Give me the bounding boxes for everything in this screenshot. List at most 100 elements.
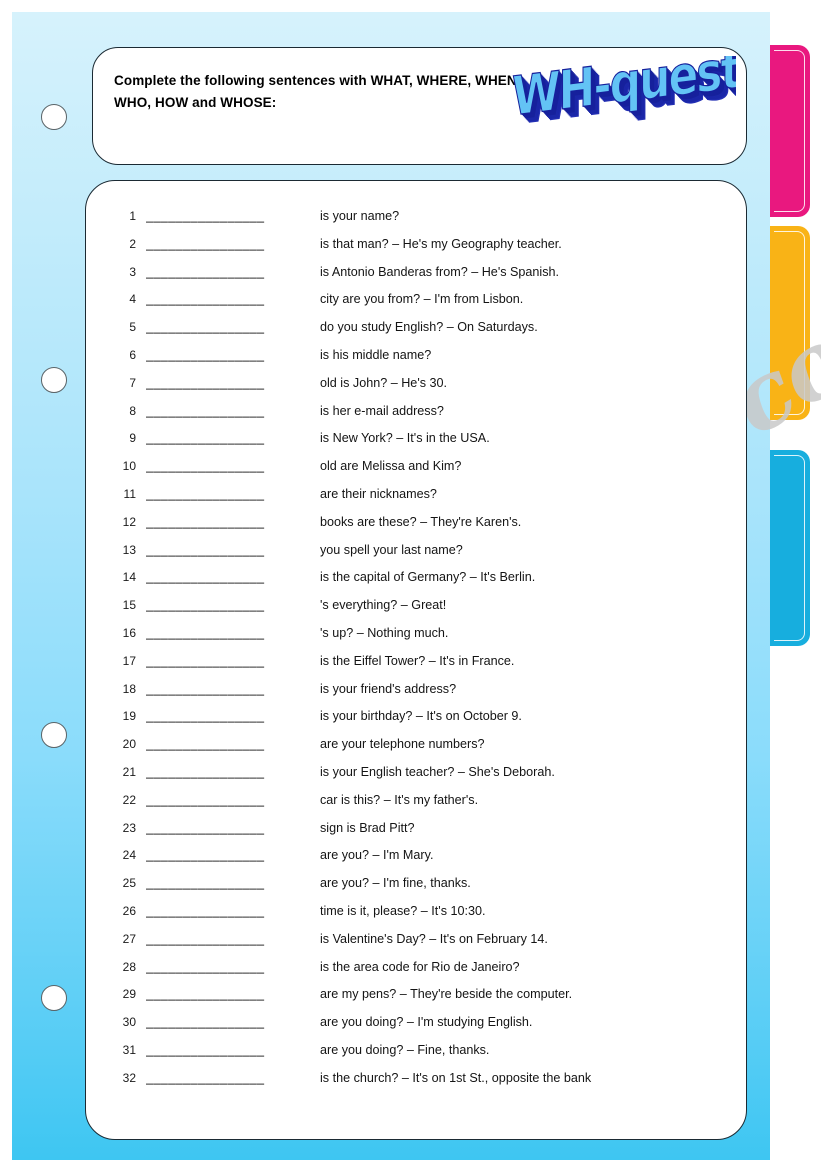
exercise-number: 5 <box>129 320 136 335</box>
exercise-number: 12 <box>122 514 136 529</box>
answer-blank[interactable]: ________________ <box>146 709 314 723</box>
answer-blank[interactable]: ________________ <box>146 320 314 334</box>
exercise-number: 27 <box>122 931 136 946</box>
answer-blank[interactable]: ________________ <box>146 932 314 946</box>
answer-blank[interactable]: ________________ <box>146 793 314 807</box>
exercise-text: is the Eiffel Tower? – It's in France. <box>320 653 515 668</box>
exercise-row: 20 ________________ are your telephone num… <box>112 737 732 765</box>
exercise-row: 28 ________________ is the area code for R… <box>112 960 732 988</box>
index-tab-pink[interactable] <box>770 45 810 217</box>
exercise-row: 8 ________________ is her e-mail address? <box>112 404 732 432</box>
exercise-text: are you? – I'm Mary. <box>320 848 434 863</box>
exercise-row: 30 ________________ are you doing? – I'm s… <box>112 1015 732 1043</box>
exercise-text: are their nicknames? <box>320 486 437 501</box>
exercise-text: time is it, please? – It's 10:30. <box>320 903 486 918</box>
answer-blank[interactable]: ________________ <box>146 543 314 557</box>
answer-blank[interactable]: ________________ <box>146 654 314 668</box>
answer-blank[interactable]: ________________ <box>146 348 314 362</box>
answer-blank[interactable]: ________________ <box>146 376 314 390</box>
answer-blank[interactable]: ________________ <box>146 876 314 890</box>
exercise-row: 5 ________________ do you study English? –… <box>112 320 732 348</box>
exercise-text: is your English teacher? – She's Deborah… <box>320 764 555 779</box>
exercise-number: 29 <box>122 987 136 1002</box>
answer-blank[interactable]: ________________ <box>146 848 314 862</box>
exercise-row: 11 ________________ are their nicknames? <box>112 487 732 515</box>
answer-blank[interactable]: ________________ <box>146 1071 314 1085</box>
answer-blank[interactable]: ________________ <box>146 960 314 974</box>
exercise-row: 19 ________________ is your birthday? – It… <box>112 709 732 737</box>
answer-blank[interactable]: ________________ <box>146 265 314 279</box>
index-tab-amber[interactable] <box>770 226 810 420</box>
exercise-text: sign is Brad Pitt? <box>320 820 415 835</box>
exercise-text: is the capital of Germany? – It's Berlin… <box>320 570 536 585</box>
exercise-row: 17 ________________ is the Eiffel Tower? –… <box>112 654 732 682</box>
exercise-number: 15 <box>122 598 136 613</box>
exercise-row: 14 ________________ is the capital of Germ… <box>112 570 732 598</box>
index-tab-cyan[interactable] <box>770 450 810 646</box>
exercise-number: 22 <box>122 792 136 807</box>
exercise-row: 10 ________________ old are Melissa and Ki… <box>112 459 732 487</box>
exercise-text: is your name? <box>320 209 400 223</box>
exercise-text: is her e-mail address? <box>320 403 444 418</box>
exercise-number: 28 <box>122 959 136 974</box>
exercise-number: 3 <box>129 264 136 279</box>
answer-blank[interactable]: ________________ <box>146 515 314 529</box>
exercise-text: is New York? – It's in the USA. <box>320 431 490 446</box>
exercise-number: 14 <box>122 570 136 585</box>
answer-blank[interactable]: ________________ <box>146 598 314 612</box>
exercise-text: is Antonio Banderas from? – He's Spanish… <box>320 264 560 279</box>
exercise-row: 2 ________________ is that man? – He's my … <box>112 237 732 265</box>
answer-blank[interactable]: ________________ <box>146 404 314 418</box>
wh-questions-title-art: WH-questions <box>506 56 736 156</box>
answer-blank[interactable]: ________________ <box>146 237 314 251</box>
answer-blank[interactable]: ________________ <box>146 487 314 501</box>
answer-blank[interactable]: ________________ <box>146 1043 314 1057</box>
exercise-number: 8 <box>129 403 136 418</box>
exercise-number: 31 <box>122 1042 136 1057</box>
answer-blank[interactable]: ________________ <box>146 431 314 445</box>
exercise-text: old are Melissa and Kim? <box>320 459 462 474</box>
exercise-number: 24 <box>122 848 136 863</box>
exercise-number: 18 <box>122 681 136 696</box>
answer-blank[interactable]: ________________ <box>146 765 314 779</box>
exercise-text: is that man? – He's my Geography teacher… <box>320 236 562 251</box>
exercise-text: are my pens? – They're beside the comput… <box>320 987 573 1002</box>
exercise-row: 7 ________________ old is John? – He's 30. <box>112 376 732 404</box>
exercise-row: 31 ________________ are you doing? – Fine,… <box>112 1043 732 1071</box>
exercise-row: 22 ________________ car is this? – It's my… <box>112 793 732 821</box>
answer-blank[interactable]: ________________ <box>146 626 314 640</box>
exercise-text: is his middle name? <box>320 347 432 362</box>
answer-blank[interactable]: ________________ <box>146 737 314 751</box>
exercise-number: 23 <box>122 820 136 835</box>
exercise-row: 26 ________________ time is it, please? – … <box>112 904 732 932</box>
exercise-number: 20 <box>122 737 136 752</box>
answer-blank[interactable]: ________________ <box>146 292 314 306</box>
answer-blank[interactable]: ________________ <box>146 987 314 1001</box>
exercise-text: you spell your last name? <box>320 542 463 557</box>
exercise-row: 32 ________________ is the church? – It's … <box>112 1071 732 1099</box>
exercise-row: 9 ________________ is New York? – It's in … <box>112 431 732 459</box>
answer-blank[interactable]: ________________ <box>146 821 314 835</box>
exercise-row: 12 ________________ books are these? – The… <box>112 515 732 543</box>
tab-inner-outline <box>774 50 805 212</box>
exercise-number: 9 <box>129 431 136 446</box>
exercise-row: 29 ________________ are my pens? – They're… <box>112 987 732 1015</box>
wordart-text: WH-questions <box>511 56 736 129</box>
instructions-text: Complete the following sentences with WH… <box>114 73 521 111</box>
exercise-text: is the church? – It's on 1st St., opposi… <box>320 1070 592 1085</box>
answer-blank[interactable]: ________________ <box>146 1015 314 1029</box>
exercise-card: 1 ________________ is your name? 2 _________… <box>85 180 747 1140</box>
exercise-number: 21 <box>122 764 136 779</box>
exercise-number: 7 <box>129 375 136 390</box>
answer-blank[interactable]: ________________ <box>146 682 314 696</box>
instructions-card: Complete the following sentences with WH… <box>92 47 747 165</box>
answer-blank[interactable]: ________________ <box>146 459 314 473</box>
exercise-text: is the area code for Rio de Janeiro? <box>320 959 520 974</box>
exercise-number: 4 <box>129 292 136 307</box>
answer-blank[interactable]: ________________ <box>146 209 314 223</box>
answer-blank[interactable]: ________________ <box>146 570 314 584</box>
binder-hole <box>41 985 67 1011</box>
exercise-row: 6 ________________ is his middle name? <box>112 348 732 376</box>
exercise-text: 's everything? – Great! <box>320 598 447 613</box>
answer-blank[interactable]: ________________ <box>146 904 314 918</box>
